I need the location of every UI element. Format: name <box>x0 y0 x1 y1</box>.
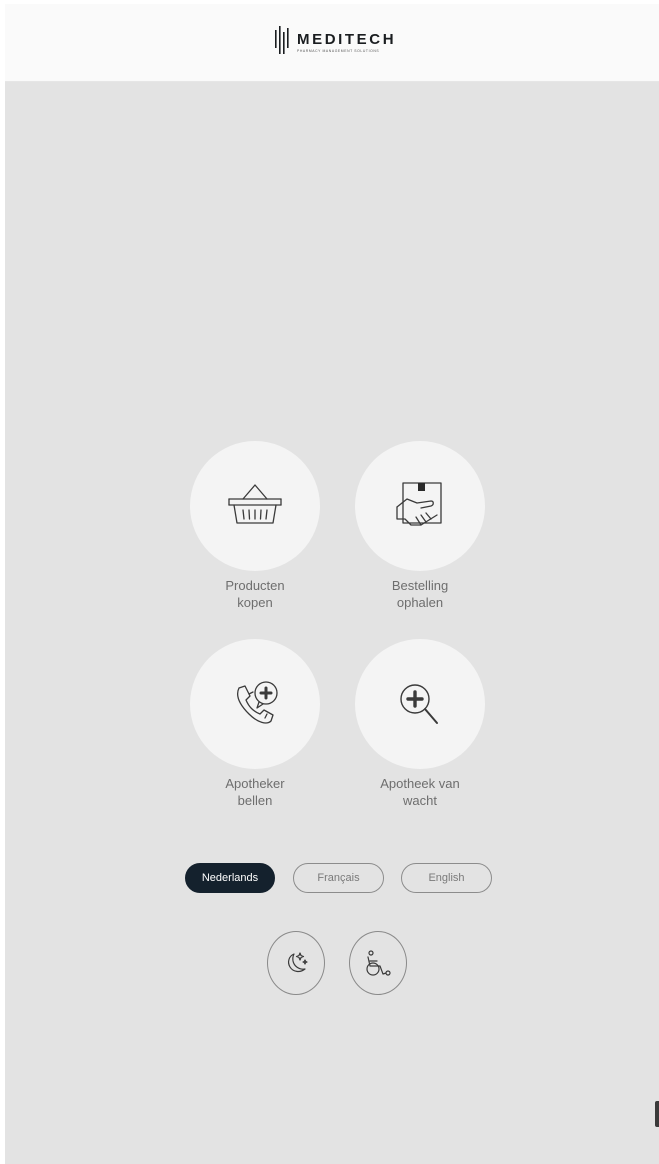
language-button-english[interactable]: English <box>401 863 492 893</box>
tile-label: Apotheek van wacht <box>380 776 460 808</box>
language-button-francais[interactable]: Français <box>293 863 384 893</box>
side-handle[interactable] <box>655 1101 659 1127</box>
wheelchair-accessibility-icon <box>366 950 391 976</box>
tile-label: Bestelling ophalen <box>391 578 449 610</box>
phone-call-plus-icon <box>236 681 278 724</box>
language-button-nederlands[interactable]: Nederlands <box>185 863 275 893</box>
brand-tagline: PHARMACY MANAGEMENT SOLUTIONS <box>297 49 380 53</box>
tile-circle[interactable] <box>190 441 320 571</box>
tile-circle[interactable] <box>355 639 485 769</box>
night-mode-icon <box>288 952 308 973</box>
header-bar: MEDITECH PHARMACY MANAGEMENT SOLUTIONS <box>5 4 659 82</box>
package-in-hand-icon <box>396 482 442 526</box>
search-plus-icon <box>400 684 438 724</box>
kiosk-screen: MEDITECH PHARMACY MANAGEMENT SOLUTIONS P… <box>5 4 659 1164</box>
tile-circle[interactable] <box>355 441 485 571</box>
tile-circle[interactable] <box>190 639 320 769</box>
brand-name: MEDITECH <box>297 31 397 48</box>
logo-mark-icon <box>275 26 289 54</box>
night-mode-button[interactable] <box>267 931 325 995</box>
brand-logo: MEDITECH PHARMACY MANAGEMENT SOLUTIONS <box>275 26 396 58</box>
shopping-basket-icon <box>228 484 282 524</box>
accessibility-button[interactable] <box>349 931 407 995</box>
